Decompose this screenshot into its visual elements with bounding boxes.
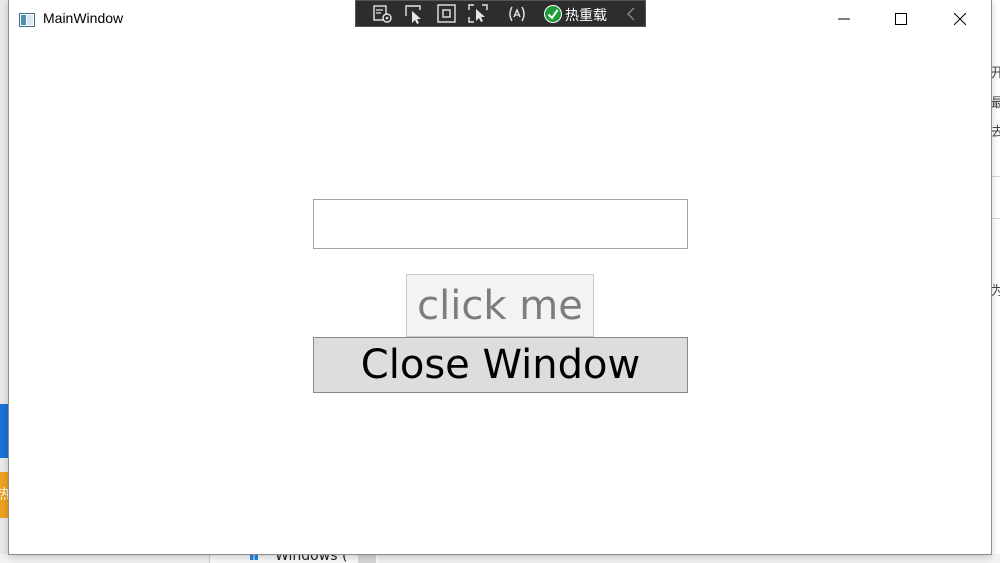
window-title: MainWindow — [43, 10, 124, 26]
background-orange-tile: 热 — [0, 472, 10, 518]
maximize-button[interactable] — [878, 0, 924, 38]
background-divider — [990, 176, 1000, 177]
track-focus-icon[interactable] — [468, 4, 490, 24]
text-input[interactable] — [313, 199, 688, 249]
background-blue-tile — [0, 404, 9, 458]
live-visual-tree-icon[interactable] — [372, 4, 394, 24]
chevron-left-icon[interactable] — [627, 6, 635, 25]
display-layout-adorners-icon[interactable] — [436, 4, 458, 24]
close-icon — [954, 13, 966, 25]
background-text-fragment: 最 — [991, 96, 1000, 111]
app-window-icon — [19, 12, 35, 27]
background-text-fragment: 去 — [991, 125, 1000, 140]
background-text-fragment: 开 — [991, 66, 1000, 81]
close-window-caption-button[interactable] — [937, 0, 983, 38]
main-window: MainWindow 热重载 click me Close Window — [9, 0, 991, 554]
hot-reload-label: 热重载 — [565, 8, 607, 24]
windows-logo-icon — [250, 554, 258, 560]
check-circle-icon — [544, 5, 562, 23]
background-text-fragment: 为 — [991, 284, 1000, 299]
background-divider — [990, 218, 1000, 219]
close-window-button[interactable]: Close Window — [313, 337, 688, 393]
background-text-fragment: Windows ( — [275, 554, 348, 563]
background-app-right-edge: 开 最 去 为 — [990, 0, 1000, 563]
select-element-icon[interactable] — [404, 4, 426, 24]
background-scrollbar — [358, 554, 376, 563]
binding-failures-icon[interactable] — [506, 4, 528, 24]
runtime-dev-toolbar: 热重载 — [355, 0, 646, 27]
background-bottom-strip: Windows ( — [0, 554, 1000, 563]
minimize-button[interactable] — [821, 0, 867, 38]
minimize-icon — [838, 18, 850, 20]
maximize-icon — [895, 13, 907, 25]
click-me-button[interactable]: click me — [406, 274, 594, 337]
